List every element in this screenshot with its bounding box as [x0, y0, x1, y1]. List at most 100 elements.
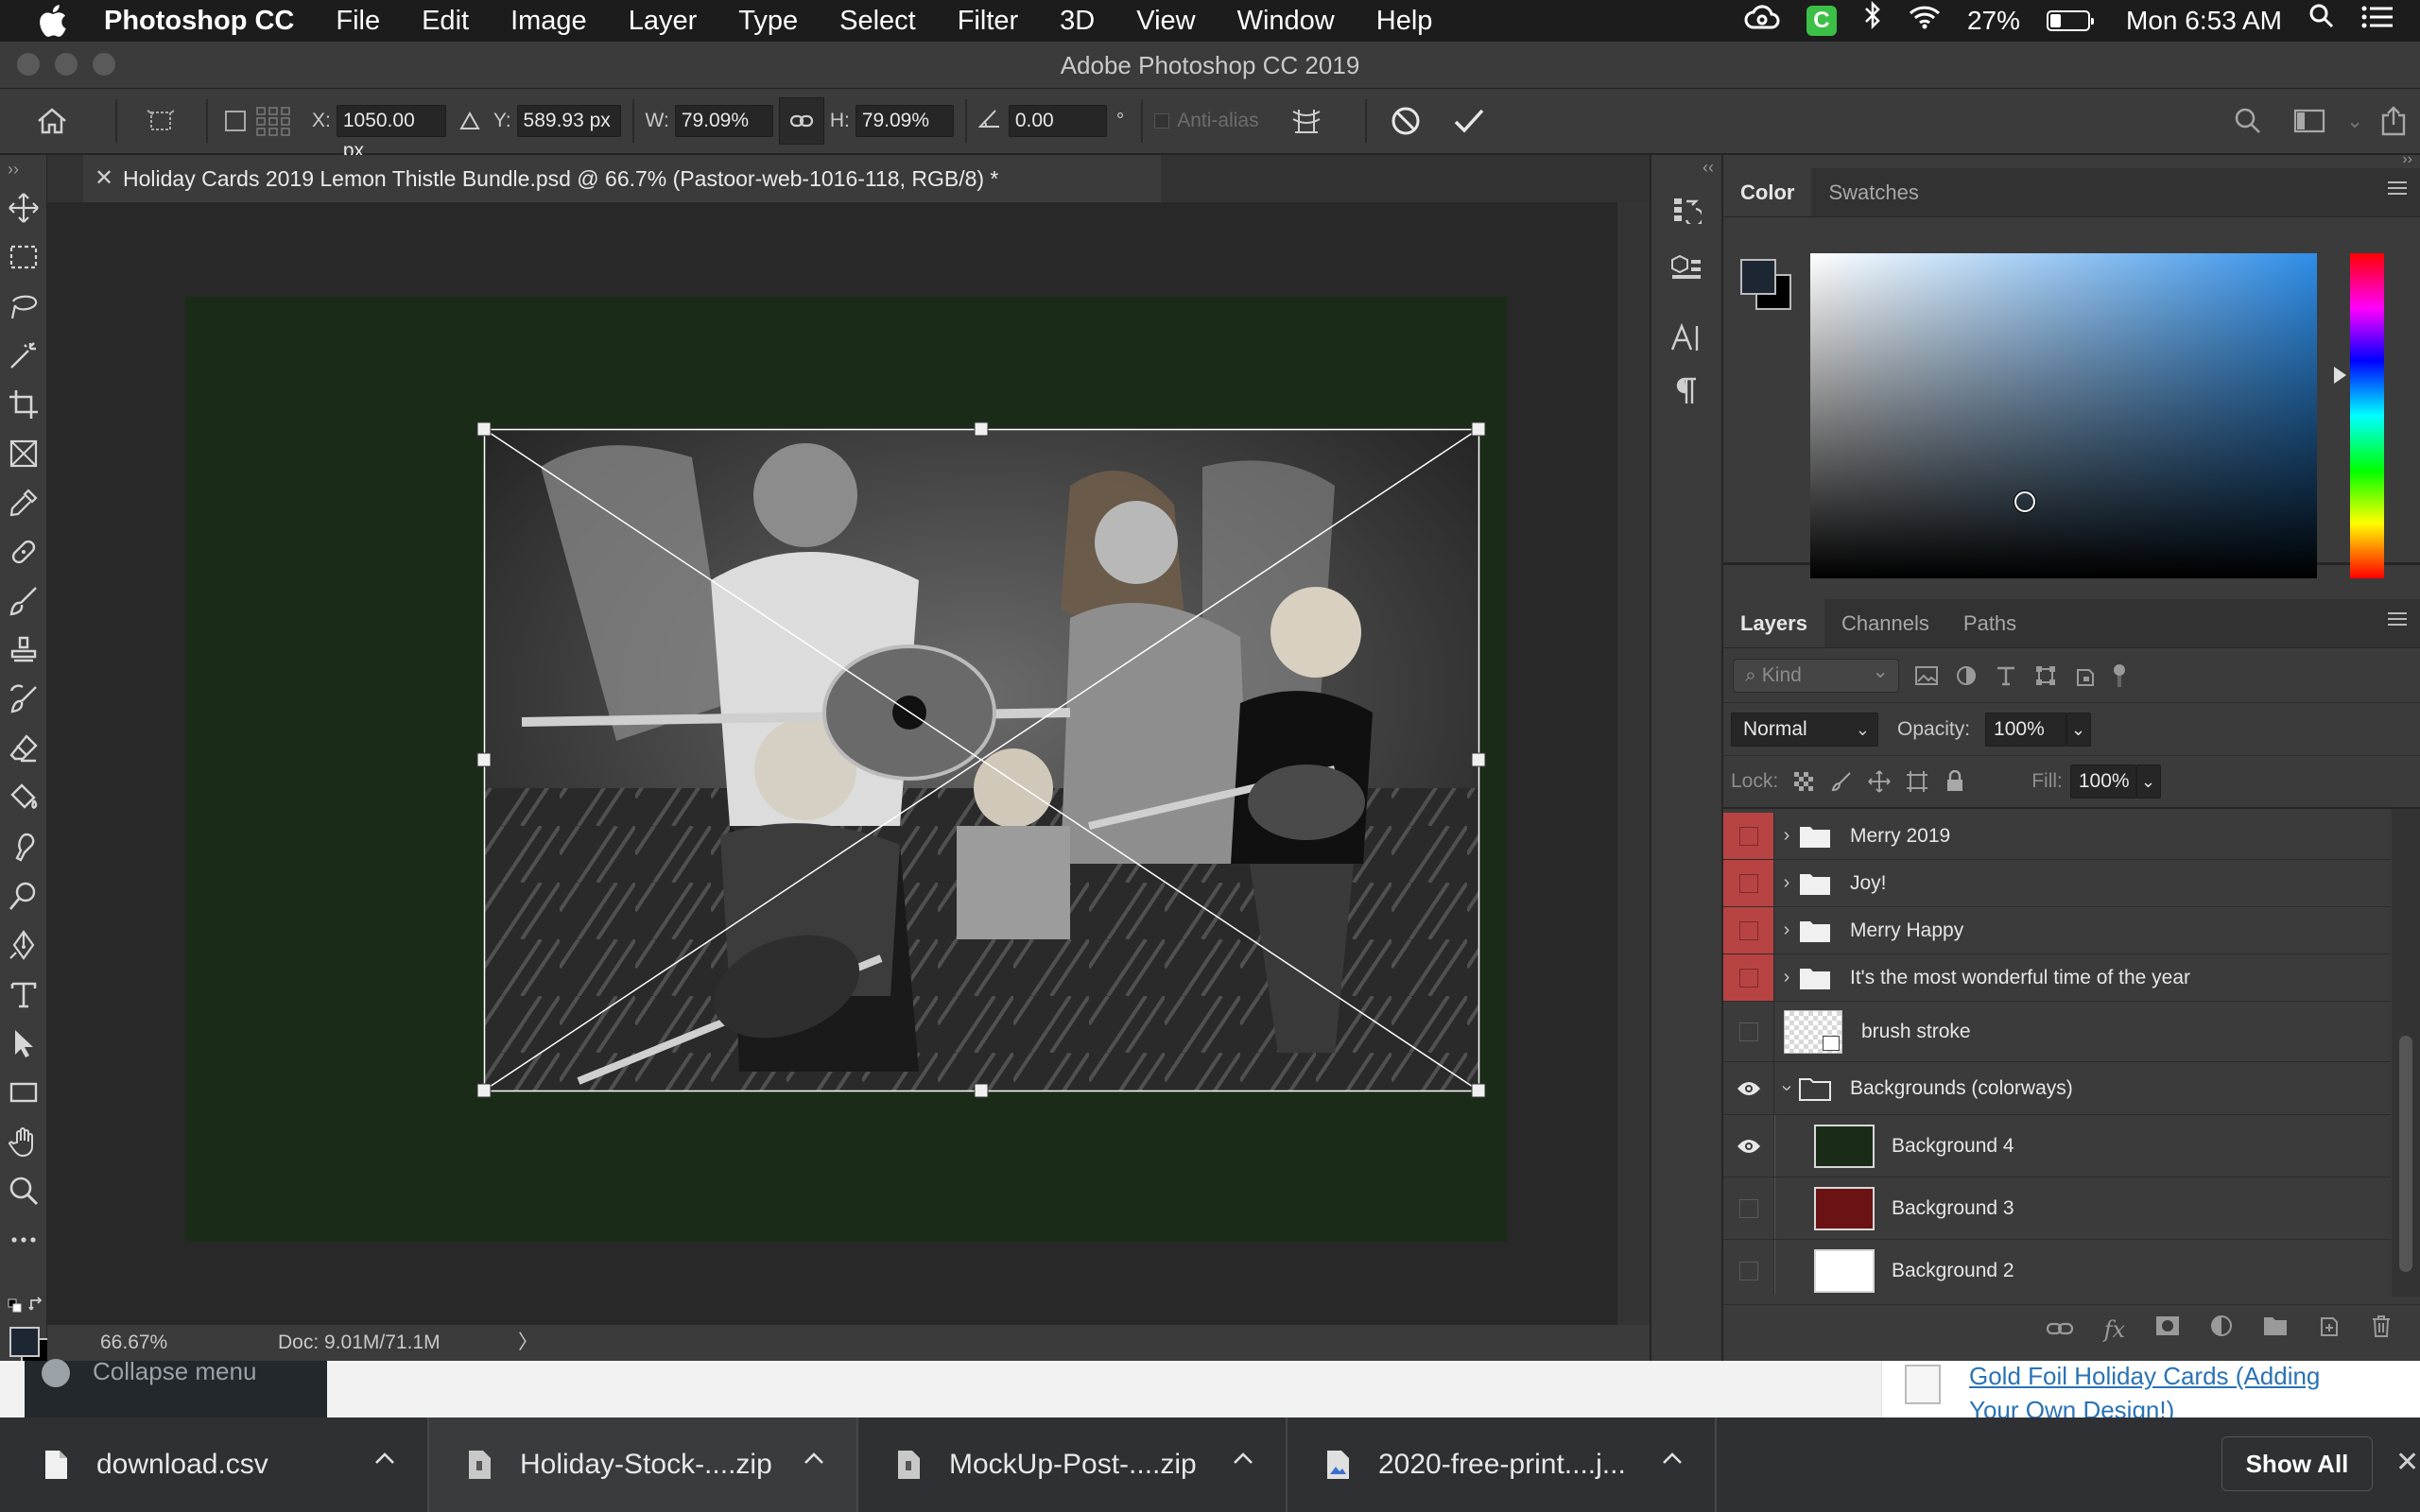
layer-visibility-toggle[interactable]: [1723, 1115, 1774, 1177]
expand-group-chevron-icon[interactable]: ›: [1774, 919, 1799, 941]
lock-artboard-icon[interactable]: [1905, 769, 1929, 794]
filter-shape-icon[interactable]: [2033, 663, 2058, 688]
show-all-downloads-button[interactable]: Show All: [2221, 1436, 2373, 1491]
app-menu[interactable]: Photoshop CC: [104, 0, 315, 42]
layers-scrollbar[interactable]: [2392, 809, 2420, 1297]
lock-all-icon[interactable]: [1943, 769, 1967, 794]
lock-image-pixels-icon[interactable]: [1829, 769, 1854, 794]
height-field[interactable]: 79.09%: [855, 105, 954, 137]
x-position-field[interactable]: 1050.00 px: [336, 105, 446, 162]
opacity-dropdown[interactable]: ⌄: [2066, 712, 2092, 747]
crop-tool-icon[interactable]: [0, 380, 47, 429]
expand-group-chevron-icon[interactable]: ›: [1774, 825, 1799, 847]
tab-channels[interactable]: Channels: [1824, 599, 1946, 647]
reference-point-checkbox[interactable]: [225, 111, 246, 131]
hue-slider[interactable]: [2350, 253, 2384, 578]
blend-mode-select[interactable]: Normal ⌄: [1731, 712, 1878, 747]
opacity-field[interactable]: 100%: [1985, 712, 2067, 747]
layer-row[interactable]: › It's the most wonderful time of the ye…: [1723, 954, 2391, 1002]
transform-tool-preset-icon[interactable]: [129, 88, 195, 154]
rectangle-tool-icon[interactable]: [0, 1068, 47, 1117]
reference-point-grid-icon[interactable]: [255, 106, 291, 136]
menu-edit[interactable]: Edit: [401, 0, 490, 42]
menu-3d[interactable]: 3D: [1039, 0, 1115, 42]
menu-layer[interactable]: Layer: [608, 0, 718, 42]
history-brush-tool-icon[interactable]: [0, 675, 47, 724]
layer-visibility-toggle[interactable]: [1723, 1062, 1774, 1114]
lock-transparent-pixels-icon[interactable]: [1791, 769, 1816, 794]
paragraph-panel-icon[interactable]: [1651, 365, 1721, 418]
workspace-dropdown-chevron-icon[interactable]: ⌄: [2342, 88, 2367, 154]
menu-select[interactable]: Select: [819, 0, 937, 42]
menu-file[interactable]: File: [315, 0, 401, 42]
brush-tool-icon[interactable]: [0, 576, 47, 626]
eraser-tool-icon[interactable]: [0, 724, 47, 773]
chevron-up-icon[interactable]: [1233, 1452, 1253, 1465]
notification-center-icon[interactable]: [2361, 0, 2394, 42]
chevron-up-icon[interactable]: [804, 1452, 824, 1465]
new-group-icon[interactable]: [2263, 1315, 2288, 1343]
collapse-group-chevron-icon[interactable]: ›: [1776, 1076, 1798, 1101]
workspace-switcher-icon[interactable]: [2276, 88, 2342, 154]
tab-color[interactable]: Color: [1723, 168, 1812, 216]
y-position-field[interactable]: 589.93 px: [516, 105, 621, 137]
dodge-tool-icon[interactable]: [0, 871, 47, 920]
expand-panels-icon[interactable]: ››: [1723, 152, 2420, 168]
layer-row[interactable]: Background 4: [1723, 1115, 2391, 1177]
bluetooth-icon[interactable]: [1863, 0, 1882, 42]
layer-row[interactable]: › Merry 2019: [1723, 813, 2391, 860]
rotation-field[interactable]: 0.00: [1008, 105, 1107, 137]
maintain-aspect-ratio-link-icon[interactable]: [778, 97, 824, 145]
filter-smart-object-icon[interactable]: [2073, 663, 2098, 688]
chevron-up-icon[interactable]: [374, 1452, 395, 1465]
layer-visibility-toggle[interactable]: [1723, 813, 1774, 859]
menu-view[interactable]: View: [1115, 0, 1216, 42]
chevron-up-icon[interactable]: [1662, 1452, 1683, 1465]
expand-group-chevron-icon[interactable]: ›: [1774, 872, 1799, 894]
edit-toolbar-icon[interactable]: [0, 1215, 47, 1264]
warp-mode-icon[interactable]: [1259, 88, 1354, 154]
layer-row[interactable]: › Backgrounds (colorways): [1723, 1062, 2391, 1115]
hand-tool-icon[interactable]: [0, 1117, 47, 1166]
canvas-vertical-scrollbar[interactable]: [1617, 202, 1650, 1325]
menu-image[interactable]: Image: [490, 0, 608, 42]
battery-icon[interactable]: [2047, 10, 2095, 31]
path-selection-tool-icon[interactable]: [0, 1019, 47, 1068]
type-tool-icon[interactable]: [0, 970, 47, 1019]
foreground-color-swatch[interactable]: [9, 1327, 40, 1357]
filter-adjustment-icon[interactable]: [1954, 663, 1979, 688]
add-mask-icon[interactable]: [2155, 1315, 2180, 1343]
rectangular-marquee-tool-icon[interactable]: [0, 232, 47, 282]
zoom-level-field[interactable]: 66.67%: [47, 1332, 167, 1354]
anti-alias-checkbox[interactable]: Anti-alias: [1154, 88, 1259, 154]
fill-dropdown[interactable]: ⌄: [2135, 765, 2161, 799]
panel-foreground-swatch[interactable]: [1740, 259, 1776, 295]
filter-toggle-icon[interactable]: [2113, 663, 2126, 687]
layer-visibility-toggle[interactable]: [1723, 860, 1774, 906]
layer-visibility-toggle[interactable]: [1723, 1002, 1774, 1061]
clock[interactable]: Mon 6:53 AM: [2126, 0, 2282, 42]
layer-visibility-toggle[interactable]: [1723, 1240, 1774, 1295]
apple-menu-icon[interactable]: [0, 0, 104, 42]
menu-filter[interactable]: Filter: [937, 0, 1039, 42]
document-canvas[interactable]: [185, 297, 1507, 1242]
eye-icon[interactable]: [1737, 1139, 1761, 1154]
smudge-tool-icon[interactable]: [0, 822, 47, 871]
home-icon[interactable]: [0, 88, 104, 154]
layer-row[interactable]: Background 2: [1723, 1240, 2391, 1295]
download-item[interactable]: 2020-free-print....j...: [1288, 1418, 1717, 1512]
hue-slider-arrow[interactable]: [2334, 367, 2346, 384]
color-field[interactable]: [1810, 253, 2317, 578]
layer-row[interactable]: brush stroke: [1723, 1002, 2391, 1062]
tab-swatches[interactable]: Swatches: [1811, 168, 1935, 216]
layer-row[interactable]: Background 3: [1723, 1177, 2391, 1240]
eye-icon[interactable]: [1737, 1081, 1761, 1096]
creative-cloud-icon[interactable]: [1744, 0, 1780, 42]
layer-visibility-toggle[interactable]: [1723, 907, 1774, 954]
cancel-transform-icon[interactable]: [1378, 88, 1433, 154]
width-field[interactable]: 79.09%: [674, 105, 773, 137]
expand-group-chevron-icon[interactable]: ›: [1774, 967, 1799, 988]
toolbar-collapse-icon[interactable]: ››: [0, 155, 46, 183]
color-picker-marker[interactable]: [2014, 491, 2035, 512]
move-tool-icon[interactable]: [0, 183, 47, 232]
